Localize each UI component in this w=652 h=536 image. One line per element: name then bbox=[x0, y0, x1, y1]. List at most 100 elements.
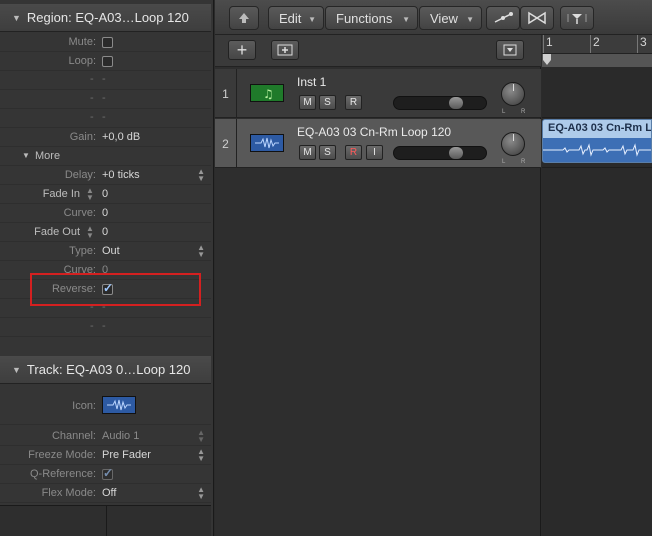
functions-menu-button[interactable]: Functions ▼ bbox=[325, 6, 418, 30]
updown-arrows-icon[interactable]: ▲ ▼ bbox=[197, 429, 205, 444]
track-row-2[interactable]: 2 EQ-A03 03 Cn-Rm Loop 120 M S R I L R bbox=[215, 119, 541, 168]
main-toolbar: Edit ▼ Functions ▼ View ▼ bbox=[215, 0, 652, 35]
disclosure-triangle-icon[interactable]: ▼ bbox=[22, 151, 30, 160]
delay-value[interactable]: +0 ticks bbox=[102, 169, 140, 181]
playhead-icon[interactable] bbox=[542, 54, 552, 66]
loop-checkbox[interactable] bbox=[102, 56, 113, 67]
mute-label: Mute: bbox=[68, 36, 96, 48]
updown-arrows-icon[interactable]: ▲ ▼ bbox=[197, 448, 205, 463]
curve-value[interactable]: 0 bbox=[102, 207, 108, 219]
up-arrow-button[interactable] bbox=[229, 6, 259, 30]
mute-button[interactable]: M bbox=[299, 145, 316, 160]
empty-row: - - bbox=[0, 90, 211, 109]
freeze-label: Freeze Mode: bbox=[28, 449, 96, 461]
flex-value[interactable]: Off bbox=[102, 487, 116, 499]
region-waveform bbox=[543, 138, 651, 162]
curve-label: Curve: bbox=[63, 207, 96, 219]
keyboard-icon[interactable]: ♫ bbox=[250, 84, 284, 102]
inspector-footer bbox=[0, 505, 211, 536]
pan-knob[interactable] bbox=[501, 82, 525, 106]
track-number: 1 bbox=[215, 69, 237, 118]
track-name[interactable]: Inst 1 bbox=[297, 75, 326, 89]
chevron-down-icon: ▼ bbox=[402, 15, 410, 24]
view-menu-button[interactable]: View ▼ bbox=[419, 6, 482, 30]
edit-menu-button[interactable]: Edit ▼ bbox=[268, 6, 324, 30]
region-inspector-title: Region: EQ-A03…Loop 120 bbox=[26, 10, 189, 25]
empty-row: - - bbox=[0, 109, 211, 128]
global-tracks-button[interactable] bbox=[271, 40, 299, 60]
volume-fader[interactable] bbox=[393, 96, 487, 110]
cycle-strip[interactable] bbox=[542, 53, 652, 67]
volume-fader[interactable] bbox=[393, 146, 487, 160]
track-options-button[interactable] bbox=[496, 40, 524, 60]
gain-value[interactable]: +0,0 dB bbox=[102, 131, 140, 143]
pan-knob[interactable] bbox=[501, 132, 525, 156]
track-name[interactable]: EQ-A03 03 Cn-Rm Loop 120 bbox=[297, 125, 451, 139]
qref-label: Q-Reference: bbox=[29, 468, 96, 480]
channel-row: Channel: Audio 1 ▲ ▼ bbox=[0, 427, 211, 446]
fade-out-value[interactable]: 0 bbox=[102, 226, 108, 238]
qref-checkbox[interactable] bbox=[102, 466, 113, 480]
channel-value[interactable]: Audio 1 bbox=[102, 430, 139, 442]
edit-menu-label: Edit bbox=[279, 10, 302, 26]
dash-left: - bbox=[90, 92, 94, 104]
track-row-1[interactable]: 1 ♫ Inst 1 M S R L R bbox=[215, 69, 541, 118]
solo-button[interactable]: S bbox=[319, 145, 336, 160]
dropdown-box-icon bbox=[503, 44, 517, 56]
add-track-button[interactable]: + bbox=[228, 40, 256, 60]
mute-button[interactable]: M bbox=[299, 95, 316, 110]
disclosure-triangle-icon[interactable]: ▼ bbox=[12, 365, 21, 375]
type-label: Type: bbox=[69, 245, 96, 257]
global-tracks-icon bbox=[277, 44, 293, 56]
dash-right: - bbox=[102, 111, 106, 123]
channel-label: Channel: bbox=[51, 430, 96, 442]
qref-row: Q-Reference: bbox=[0, 465, 211, 484]
pan-right-label: R bbox=[521, 109, 526, 115]
region-inspector-header[interactable]: ▼ Region: EQ-A03…Loop 120 bbox=[0, 4, 211, 32]
freeze-value[interactable]: Pre Fader bbox=[102, 449, 151, 461]
gain-row: Gain: +0,0 dB bbox=[0, 128, 211, 147]
mute-checkbox[interactable] bbox=[102, 37, 113, 48]
pan-left-label: L bbox=[502, 159, 506, 165]
audio-region[interactable]: EQ-A03 03 Cn-Rm Loop 120 bbox=[542, 119, 652, 163]
dash-right: - bbox=[102, 73, 106, 85]
arrange-area[interactable]: 1 2 3 EQ-A03 03 Cn-Rm Loop 120 bbox=[542, 35, 652, 536]
type-value[interactable]: Out bbox=[102, 245, 120, 257]
flex-button[interactable] bbox=[520, 6, 554, 30]
updown-arrows-icon[interactable]: ▲ ▼ bbox=[197, 168, 205, 183]
fader-knob[interactable] bbox=[449, 97, 463, 109]
record-enable-button[interactable]: R bbox=[345, 145, 362, 160]
dash-left: - bbox=[90, 111, 94, 123]
disclosure-triangle-icon[interactable]: ▼ bbox=[12, 13, 21, 23]
input-monitor-button[interactable]: I bbox=[366, 145, 383, 160]
record-enable-button[interactable]: R bbox=[345, 95, 362, 110]
flex-bowtie-icon bbox=[528, 11, 546, 25]
fade-in-value[interactable]: 0 bbox=[102, 188, 108, 200]
updown-arrows-icon[interactable]: ▲ ▼ bbox=[86, 225, 94, 240]
automation-button[interactable] bbox=[486, 6, 520, 30]
dash-left: - bbox=[90, 320, 94, 332]
type-row: Type: Out ▲ ▼ bbox=[0, 242, 211, 261]
fade-in-label[interactable]: Fade In bbox=[43, 188, 80, 200]
svg-text:♫: ♫ bbox=[263, 87, 274, 101]
pan-left-label: L bbox=[502, 109, 506, 115]
bar-ruler[interactable]: 1 2 3 bbox=[542, 35, 652, 67]
waveform-icon[interactable] bbox=[250, 134, 284, 152]
playhead-filter-icon bbox=[567, 14, 587, 24]
dash-left: - bbox=[90, 73, 94, 85]
empty-row: - - bbox=[0, 318, 211, 337]
delay-label: Delay: bbox=[64, 169, 96, 181]
fader-knob[interactable] bbox=[449, 147, 463, 159]
fade-in-row: Fade In ▲ ▼ 0 bbox=[0, 185, 211, 204]
track-inspector-header[interactable]: ▼ Track: EQ-A03 0…Loop 120 bbox=[0, 356, 211, 384]
fade-out-label[interactable]: Fade Out bbox=[34, 226, 80, 238]
more-row[interactable]: ▼ More bbox=[0, 147, 211, 166]
updown-arrows-icon[interactable]: ▲ ▼ bbox=[197, 486, 205, 501]
updown-arrows-icon[interactable]: ▲ ▼ bbox=[86, 187, 94, 202]
solo-button[interactable]: S bbox=[319, 95, 336, 110]
dash-right: - bbox=[102, 92, 106, 104]
catch-playhead-button[interactable] bbox=[560, 6, 594, 30]
waveform-icon[interactable] bbox=[102, 396, 136, 414]
updown-arrows-icon[interactable]: ▲ ▼ bbox=[197, 244, 205, 259]
track-lane-1[interactable] bbox=[542, 69, 652, 118]
